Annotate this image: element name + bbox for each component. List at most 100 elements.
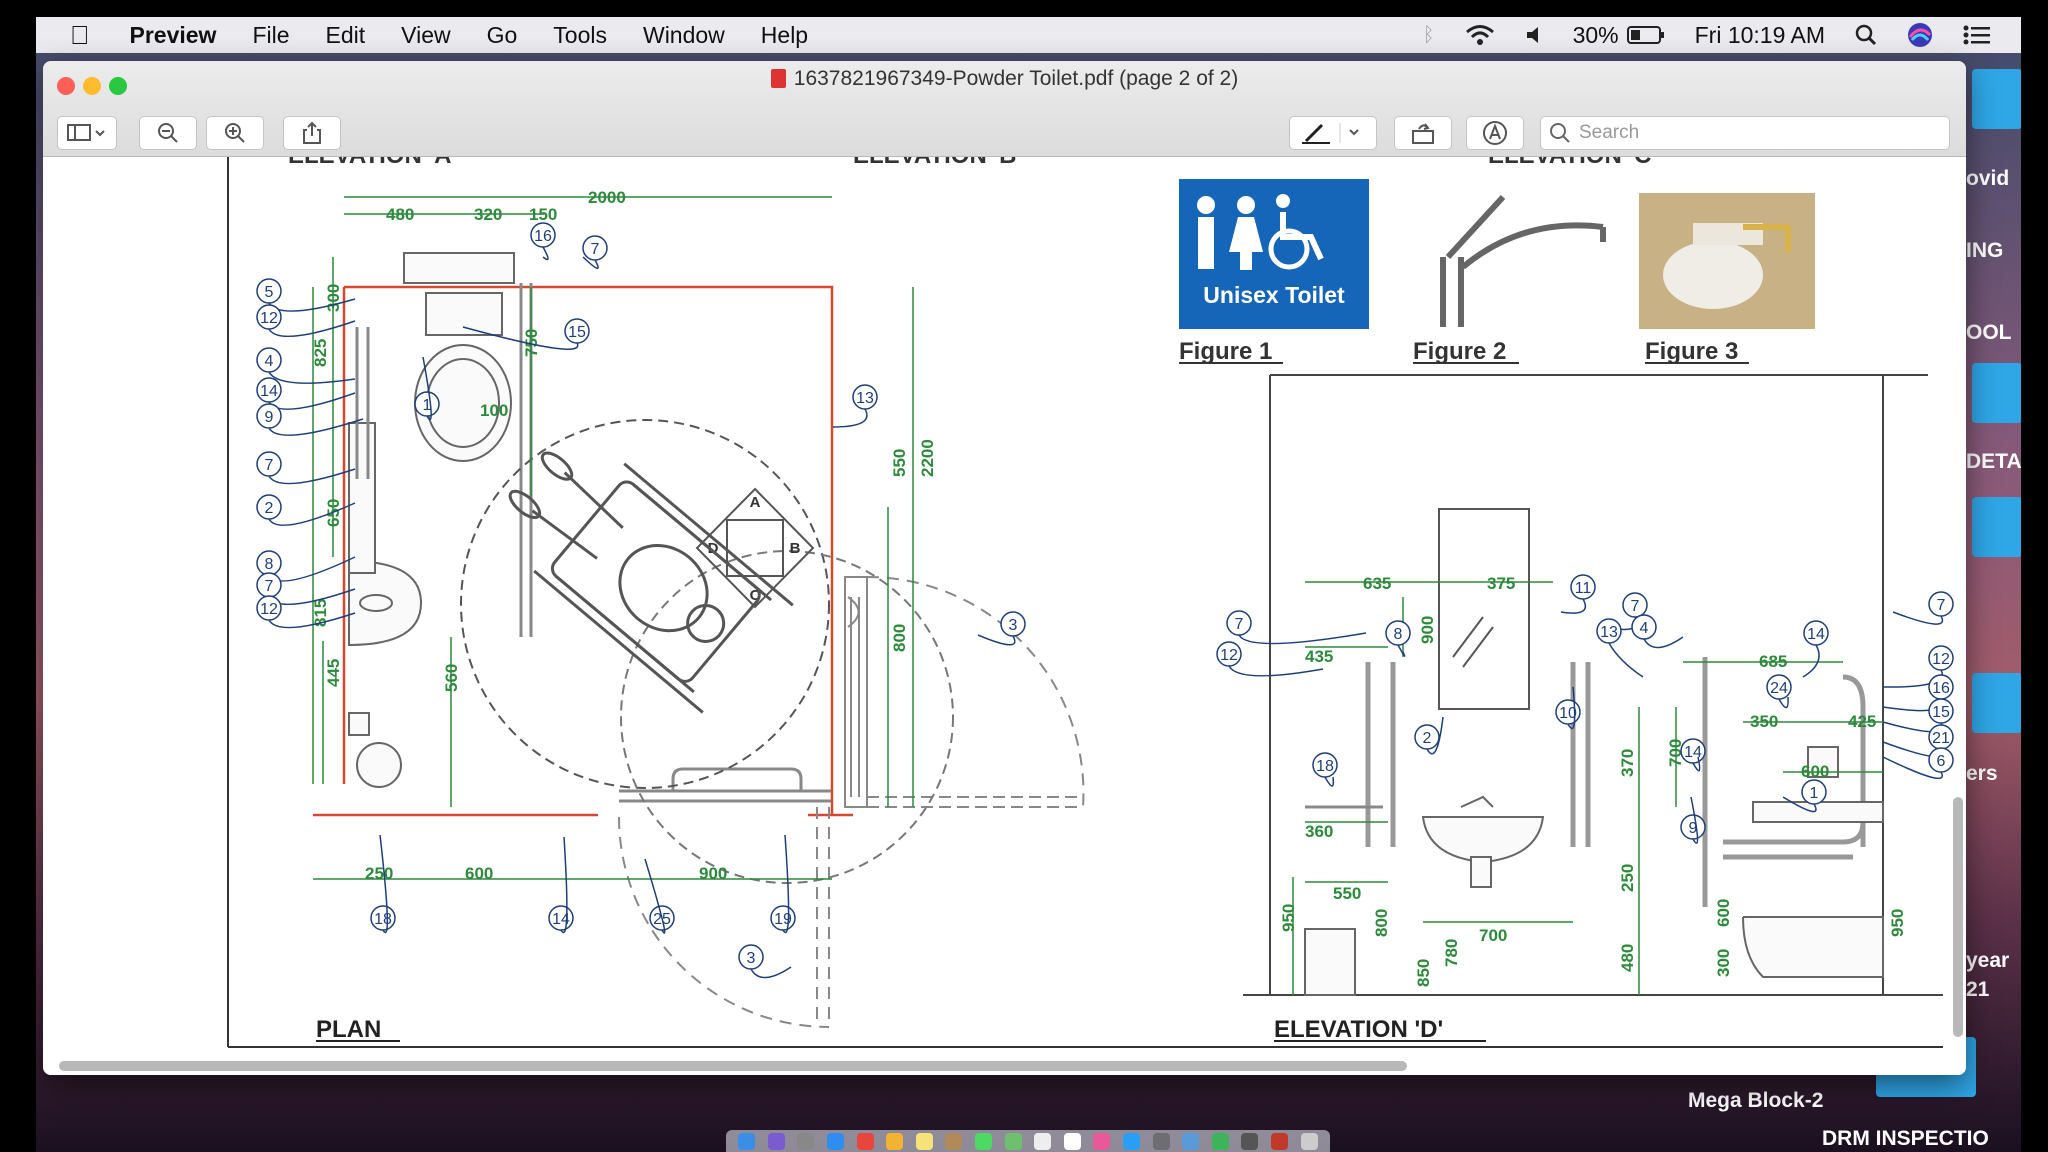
zoom-out-button[interactable] [139,116,197,150]
dim-300: 300 [1714,949,1733,977]
basin-fixture [348,422,423,788]
callout-leader [268,320,356,338]
menu-edit[interactable]: Edit [326,22,366,49]
callout-number: 14 [552,911,570,928]
zoom-in-icon [225,123,245,143]
horizontal-scrollbar[interactable] [59,1061,1407,1071]
sidebar-toggle-button[interactable] [57,116,117,150]
siri-dock-icon[interactable] [767,1132,785,1150]
callout-number: 7 [265,457,274,474]
numbers-icon[interactable] [1211,1132,1229,1150]
dim-800: 800 [1372,909,1391,937]
dim-780: 780 [1442,939,1461,967]
chrome-icon[interactable] [856,1132,874,1150]
clock[interactable]: Fri 10:19 AM [1695,22,1825,49]
callout-number: 18 [1316,758,1334,775]
callout-number: 1 [1810,785,1819,802]
sanitary-bin [1304,928,1356,996]
callout-number: 18 [374,911,392,928]
preview-window: 1637821967349-Powder Toilet.pdf (page 2 … [43,61,1966,1075]
photo-booth-icon[interactable] [1270,1132,1288,1150]
desktop-tile[interactable] [1972,673,2021,733]
callout-number: 14 [260,383,278,400]
vertical-scrollbar[interactable] [1953,797,1963,1037]
preview-dock-icon[interactable] [1182,1132,1200,1150]
reminders-icon[interactable] [1034,1132,1052,1150]
callout-number: 16 [534,228,552,245]
menu-view[interactable]: View [401,22,450,49]
desktop-tile[interactable] [1972,497,2021,557]
callout-leader [750,966,792,979]
share-button[interactable] [283,116,341,150]
menu-app-name[interactable]: Preview [130,22,217,49]
callout-number: 25 [653,911,671,928]
callout-number: 4 [265,353,274,370]
callout-number: 10 [1559,705,1577,722]
figure-3-caption: Figure 3 [1645,338,1738,365]
figure-1-caption: Figure 1 [1179,338,1272,365]
system-preferences-icon[interactable] [1152,1132,1170,1150]
launchpad-icon[interactable] [797,1132,815,1150]
menu-tools[interactable]: Tools [553,22,607,49]
maps-icon[interactable] [1004,1132,1022,1150]
photos-icon[interactable] [886,1132,904,1150]
diamond-label-b: B [790,540,801,557]
dim-800: 800 [890,624,909,652]
app-store-icon[interactable] [1123,1132,1141,1150]
callout-leader [542,246,549,261]
siri-icon[interactable] [1907,22,1933,48]
bluetooth-icon[interactable]: ᛒ [1423,24,1435,47]
callout-number: 13 [856,390,874,407]
notification-center-icon[interactable] [1963,25,1991,45]
calculator-icon[interactable] [1241,1132,1259,1150]
sign-text: Unisex Toilet [1203,282,1345,308]
apple-menu-icon[interactable]:  [70,20,90,51]
calendar-icon[interactable] [1063,1132,1081,1150]
callout-number: 2 [1423,730,1432,747]
zoom-in-button[interactable] [206,116,264,150]
volume-icon[interactable] [1525,25,1543,45]
callout-leader [1238,632,1367,645]
markup-toolbar-button[interactable] [1466,116,1524,150]
desktop-tile[interactable] [1972,69,2021,129]
messages-icon[interactable] [975,1132,993,1150]
search-field[interactable] [1540,116,1950,150]
trash-icon[interactable] [1300,1132,1318,1150]
desktop-file-label: OOL [1966,321,2012,344]
markup-pen-button[interactable] [1289,116,1377,150]
wheelchair-user-figure [508,451,794,714]
window-title: 1637821967349-Powder Toilet.pdf (page 2 … [43,67,1966,91]
document-view[interactable]: ELEVATION 'A' ELEVATION 'B' ELEVATION 'C… [43,157,1966,1075]
menu-file[interactable]: File [252,22,289,49]
sidebar-icon [67,124,105,141]
dim-480: 480 [386,205,414,224]
rotate-button[interactable] [1394,116,1452,150]
callout-number: 15 [568,324,586,341]
elevation-basin [1421,795,1545,888]
battery-indicator[interactable]: 30% [1573,22,1665,49]
desktop-file-label: ING [1966,239,2004,262]
menu-window[interactable]: Window [643,22,725,49]
contacts-icon[interactable] [945,1132,963,1150]
elevation-c-label: ELEVATION 'C' [1488,157,1657,169]
menu-help[interactable]: Help [761,22,808,49]
finder-icon[interactable] [738,1132,756,1150]
battery-icon [1626,26,1664,44]
zoom-out-icon [158,123,178,143]
desktop-file-label[interactable]: DRM INSPECTIO [1822,1127,1989,1151]
dim-825: 825 [311,339,330,367]
desktop-tile[interactable] [1972,363,2021,423]
callout-leader [268,556,356,582]
desktop-folder-label[interactable]: Mega Block-2 [1688,1089,1823,1113]
menu-go[interactable]: Go [487,22,518,49]
menu-bar:  Preview File Edit View Go Tools Window… [36,17,2021,53]
figure-1-sign: Unisex Toilet [1179,179,1369,329]
wifi-icon[interactable] [1465,24,1495,46]
dim-550: 550 [890,449,909,477]
search-input[interactable] [1579,122,1939,144]
itunes-icon[interactable] [1093,1132,1111,1150]
safari-icon[interactable] [827,1132,845,1150]
spotlight-search-icon[interactable] [1855,24,1877,46]
callout-number: 11 [1575,580,1592,597]
notes-icon[interactable] [915,1132,933,1150]
